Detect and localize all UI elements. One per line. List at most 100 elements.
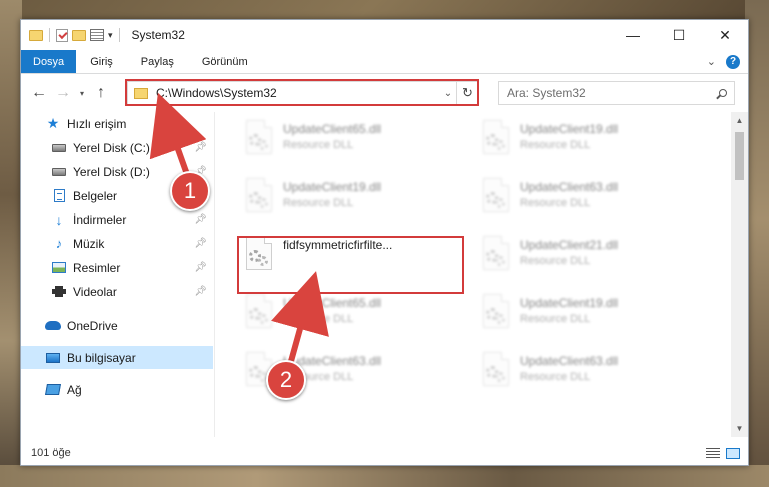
ribbon-tabs: Dosya Giriş Paylaş Görünüm ⌄ ? xyxy=(21,50,748,74)
music-icon: ♪ xyxy=(55,236,63,251)
maximize-button[interactable]: ☐ xyxy=(656,20,702,50)
wallpaper-bottom xyxy=(0,465,769,487)
pin-icon[interactable]: 📌︎ xyxy=(194,238,207,249)
sidebar-item-label: İndirmeler xyxy=(73,212,127,227)
sidebar-item-network[interactable]: Ağ xyxy=(21,378,213,401)
file-item[interactable]: UpdateClient21.dll Resource DLL xyxy=(480,236,700,288)
file-type: Resource DLL xyxy=(283,197,354,209)
step-2-badge: 2 xyxy=(266,360,306,400)
sidebar-item-label: Bu bilgisayar xyxy=(67,350,136,365)
properties-check-icon[interactable] xyxy=(56,28,68,42)
tab-view[interactable]: Görünüm xyxy=(188,50,262,73)
address-highlight-box xyxy=(125,79,479,106)
file-type: Resource DLL xyxy=(283,313,354,325)
pane-divider xyxy=(214,112,215,437)
downloads-icon: ↓ xyxy=(55,211,63,228)
drive-icon xyxy=(51,141,67,155)
toolbar-divider xyxy=(49,28,50,42)
sidebar-item-label: Yerel Disk (C:) xyxy=(73,140,150,155)
computer-icon xyxy=(45,351,61,365)
step-1-badge: 1 xyxy=(170,171,210,211)
scroll-down-icon[interactable]: ▼ xyxy=(731,420,748,437)
customize-dropdown-icon[interactable]: ▾ xyxy=(108,30,113,41)
details-view-icon[interactable] xyxy=(706,447,720,459)
close-button[interactable]: ✕ xyxy=(702,20,748,50)
file-type: Resource DLL xyxy=(520,371,591,383)
file-name: UpdateClient21.dll xyxy=(520,238,619,252)
file-item[interactable]: UpdateClient63.dll Resource DLL xyxy=(480,352,700,404)
dll-file-icon xyxy=(243,178,275,218)
expand-ribbon-icon[interactable]: ⌄ xyxy=(707,55,716,68)
window-title: System32 xyxy=(131,28,185,42)
sidebar-item-label: Ağ xyxy=(67,382,82,397)
sidebar-item-onedrive[interactable]: OneDrive xyxy=(21,314,213,337)
up-arrow-icon[interactable]: ↑ xyxy=(89,84,113,102)
sidebar-item-label: Belgeler xyxy=(73,188,118,203)
quick-access-toolbar: ▾ xyxy=(29,28,122,42)
sidebar-item-label: OneDrive xyxy=(67,318,118,333)
drive-icon xyxy=(51,165,67,179)
file-item[interactable]: UpdateClient65.dll Resource DLL xyxy=(243,294,463,346)
sidebar-item-music[interactable]: ♪ Müzik 📌︎ xyxy=(21,232,213,255)
file-name: UpdateClient19.dll xyxy=(520,296,619,310)
sidebar-item-label: Resimler xyxy=(73,260,121,275)
sidebar-item-pictures[interactable]: Resimler 📌︎ xyxy=(21,256,213,279)
file-name: UpdateClient65.dll xyxy=(283,296,382,310)
recent-locations-chevron-icon[interactable]: ▾ xyxy=(75,89,89,98)
file-highlight-box xyxy=(237,236,464,294)
title-bar: ▾ System32 — ☐ ✕ xyxy=(21,20,748,50)
toolbar-divider xyxy=(118,28,120,42)
file-name: UpdateClient63.dll xyxy=(520,180,619,194)
window-controls: — ☐ ✕ xyxy=(610,20,748,50)
file-item[interactable]: UpdateClient63.dll Resource DLL xyxy=(480,178,700,230)
dll-file-icon xyxy=(480,352,512,392)
navigation-pane: ★ Hızlı erişim Yerel Disk (C:) 📌︎ Yerel … xyxy=(21,112,214,432)
minimize-button[interactable]: — xyxy=(610,20,656,50)
file-item[interactable]: UpdateClient65.dll Resource DLL xyxy=(243,120,463,172)
file-name: UpdateClient63.dll xyxy=(520,354,619,368)
file-item[interactable]: UpdateClient19.dll Resource DLL xyxy=(480,120,700,172)
sidebar-item-label: Müzik xyxy=(73,236,105,251)
file-type: Resource DLL xyxy=(520,313,591,325)
dll-file-icon xyxy=(480,236,512,276)
scroll-up-icon[interactable]: ▲ xyxy=(731,112,748,129)
star-icon: ★ xyxy=(46,115,60,131)
sidebar-item-label: Hızlı erişim xyxy=(67,116,127,131)
pin-icon[interactable]: 📌︎ xyxy=(194,286,207,297)
documents-icon xyxy=(51,189,67,203)
properties-list-icon[interactable] xyxy=(90,29,104,41)
cloud-icon xyxy=(45,319,61,333)
large-icons-view-icon[interactable] xyxy=(726,447,740,459)
folder-icon xyxy=(29,29,43,41)
file-item[interactable]: UpdateClient19.dll Resource DLL xyxy=(480,294,700,346)
search-icon[interactable] xyxy=(712,89,734,97)
file-name: UpdateClient19.dll xyxy=(520,122,619,136)
pin-icon[interactable]: 📌︎ xyxy=(194,214,207,225)
forward-arrow-icon[interactable]: → xyxy=(51,84,75,102)
search-input[interactable] xyxy=(507,86,712,100)
tab-file[interactable]: Dosya xyxy=(21,50,77,73)
vertical-scrollbar[interactable]: ▲ ▼ xyxy=(731,112,748,437)
sidebar-item-disk-c[interactable]: Yerel Disk (C:) 📌︎ xyxy=(21,136,213,159)
sidebar-item-quick-access[interactable]: ★ Hızlı erişim xyxy=(21,112,213,135)
pin-icon[interactable]: 📌︎ xyxy=(194,142,207,153)
pin-icon[interactable]: 📌︎ xyxy=(194,262,207,273)
scroll-thumb[interactable] xyxy=(735,132,744,180)
file-item[interactable]: UpdateClient19.dll Resource DLL xyxy=(243,178,463,230)
help-icon[interactable]: ? xyxy=(726,54,740,69)
dll-file-icon xyxy=(480,294,512,334)
file-type: Resource DLL xyxy=(520,255,591,267)
file-name: UpdateClient65.dll xyxy=(283,122,382,136)
file-name: UpdateClient19.dll xyxy=(283,180,382,194)
back-arrow-icon[interactable]: ← xyxy=(27,84,51,102)
search-box[interactable] xyxy=(498,81,735,105)
dll-file-icon xyxy=(243,294,275,334)
dll-file-icon xyxy=(480,178,512,218)
new-folder-icon[interactable] xyxy=(72,29,86,41)
tab-share[interactable]: Paylaş xyxy=(127,50,188,73)
sidebar-item-this-pc[interactable]: Bu bilgisayar xyxy=(21,346,213,369)
sidebar-item-downloads[interactable]: ↓ İndirmeler 📌︎ xyxy=(21,208,213,231)
file-type: Resource DLL xyxy=(283,139,354,151)
sidebar-item-videos[interactable]: Videolar 📌︎ xyxy=(21,280,213,303)
tab-home[interactable]: Giriş xyxy=(76,50,127,73)
